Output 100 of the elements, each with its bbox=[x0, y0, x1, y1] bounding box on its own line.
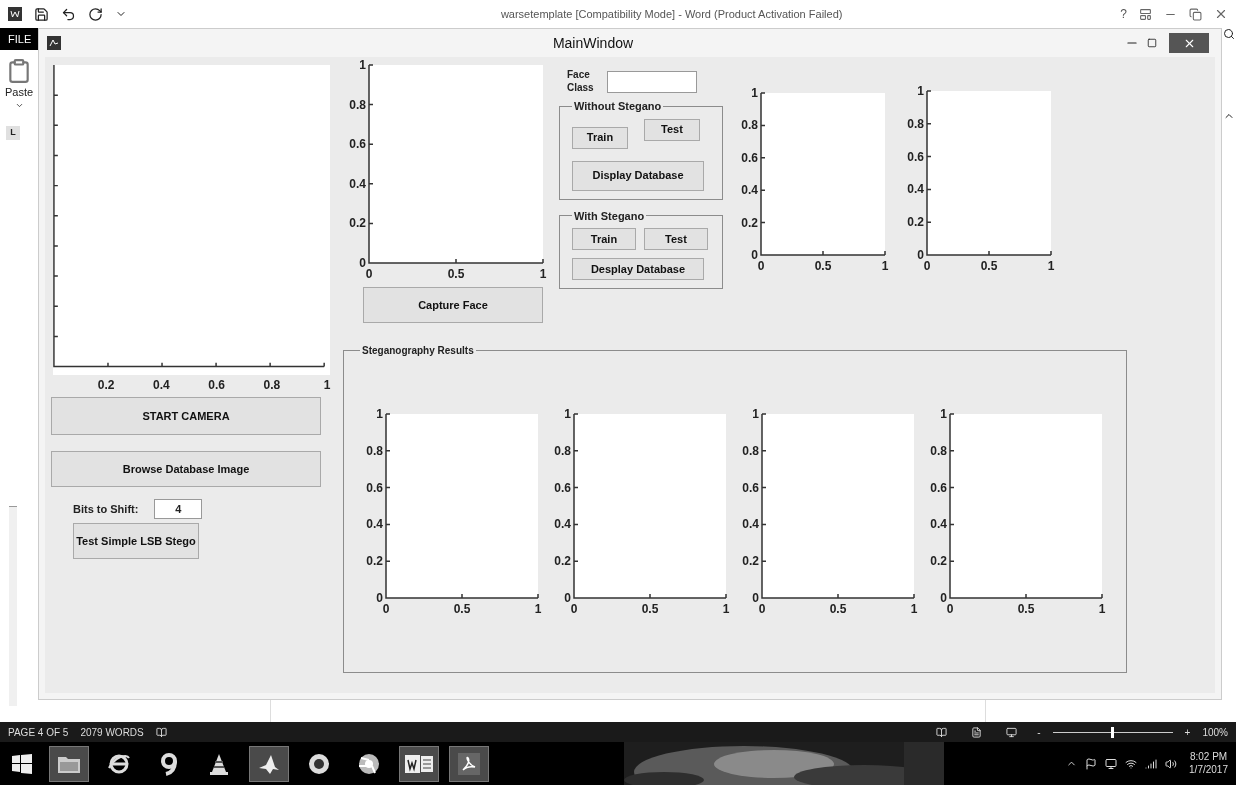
tick-label: 1 bbox=[910, 602, 918, 616]
search-icon[interactable] bbox=[1223, 28, 1235, 40]
tick-label: 0.8 bbox=[263, 377, 281, 395]
zoom-in-text[interactable]: + bbox=[1184, 724, 1191, 740]
page-count[interactable]: PAGE 4 OF 5 bbox=[8, 724, 69, 740]
face-class-field[interactable] bbox=[607, 70, 697, 93]
tick-label: 0 bbox=[570, 602, 578, 616]
push-button[interactable]: Train bbox=[572, 126, 628, 149]
tick-label: 0.6 bbox=[554, 480, 571, 495]
push-button[interactable]: Test bbox=[644, 228, 708, 250]
tab-selector[interactable]: L bbox=[6, 125, 20, 140]
file-tab[interactable]: FILE bbox=[0, 28, 38, 50]
tick-label: 0.8 bbox=[741, 118, 758, 133]
taskbar-button[interactable] bbox=[399, 745, 439, 782]
tick-label: 1 bbox=[722, 602, 730, 616]
bits-field[interactable]: 4 bbox=[154, 499, 203, 519]
flag-icon[interactable] bbox=[1085, 757, 1098, 770]
push-button[interactable]: Test bbox=[644, 118, 700, 141]
paste-label[interactable]: Paste bbox=[4, 84, 34, 101]
face-class-label: Face Class bbox=[567, 69, 595, 94]
push-button[interactable]: Capture Face bbox=[363, 287, 543, 323]
window-title: warsetemplate [Compatibility Mode] - Word (Product Activation Failed) bbox=[499, 6, 844, 22]
tick-label: 0.5 bbox=[447, 267, 465, 281]
zoom-thumb[interactable] bbox=[1111, 726, 1115, 738]
restore-icon[interactable] bbox=[1189, 7, 1202, 21]
zoom-slider[interactable] bbox=[1052, 726, 1173, 738]
read-mode-icon[interactable] bbox=[936, 726, 948, 738]
panel-title: Steganography Results bbox=[361, 344, 475, 358]
tick-label: 1 bbox=[534, 602, 542, 616]
close-button[interactable] bbox=[1169, 33, 1209, 53]
close-icon[interactable] bbox=[1214, 7, 1228, 21]
panel-title: With Stegano bbox=[573, 208, 646, 224]
push-button[interactable]: Test Simple LSB Stego bbox=[73, 523, 199, 559]
tick-label: 0.2 bbox=[349, 216, 366, 231]
zoom-level[interactable]: 100% bbox=[1202, 724, 1228, 740]
tick-label: 0.5 bbox=[1017, 602, 1035, 616]
tick-label: 0.4 bbox=[907, 182, 924, 197]
tick-label: 0 bbox=[757, 259, 765, 273]
redo-icon[interactable] bbox=[88, 6, 103, 22]
tick-label: 1 bbox=[376, 407, 383, 421]
tick-label: 0 bbox=[917, 248, 924, 262]
tick-label: 0 bbox=[923, 259, 931, 273]
pdf-icon[interactable] bbox=[457, 751, 481, 776]
tick-label: 0.4 bbox=[366, 517, 383, 532]
ribbon-display-icon[interactable] bbox=[1139, 7, 1152, 21]
tick-label: 0.6 bbox=[741, 150, 758, 165]
tick-label: 1 bbox=[751, 86, 758, 100]
tick-label: 0.8 bbox=[907, 116, 924, 131]
undo-icon[interactable] bbox=[61, 6, 76, 22]
tick-label: 0.6 bbox=[208, 377, 225, 395]
tick-label: 0 bbox=[946, 602, 954, 616]
taskbar-button[interactable] bbox=[249, 745, 289, 782]
tick-label: 1 bbox=[564, 407, 571, 421]
document-w-icon bbox=[8, 7, 22, 21]
tick-label: 0.2 bbox=[741, 215, 758, 230]
window-title: MainWindow bbox=[551, 33, 635, 53]
proofing-icon[interactable] bbox=[155, 726, 167, 738]
volume-icon[interactable] bbox=[1165, 757, 1178, 770]
panel-title: Without Stegano bbox=[573, 99, 663, 114]
network-icon[interactable] bbox=[1125, 757, 1138, 770]
push-button[interactable]: Desplay Database bbox=[572, 258, 704, 280]
push-button[interactable]: Display Database bbox=[572, 160, 704, 191]
save-icon[interactable] bbox=[34, 6, 49, 22]
bits-label: Bits to Shift: bbox=[73, 501, 139, 517]
print-layout-icon[interactable] bbox=[971, 726, 983, 738]
help-text[interactable]: ? bbox=[1120, 5, 1127, 23]
display-icon[interactable] bbox=[1105, 757, 1118, 770]
tick-label: 0.5 bbox=[453, 602, 471, 616]
tick-label: 0 bbox=[376, 591, 383, 605]
tick-label: 1 bbox=[323, 377, 331, 395]
taskbar-button[interactable] bbox=[49, 745, 89, 782]
windows-logo-icon[interactable] bbox=[12, 753, 32, 774]
push-button[interactable]: Browse Database Image bbox=[51, 451, 321, 487]
clipboard-icon[interactable] bbox=[6, 58, 32, 84]
maximize-icon[interactable] bbox=[1147, 38, 1157, 48]
tick-label: 1 bbox=[539, 267, 547, 281]
clock-time[interactable]: 8:02 PM bbox=[1189, 751, 1228, 764]
tick-label: 0.2 bbox=[97, 377, 115, 395]
clock-date[interactable]: 1/7/2017 bbox=[1189, 763, 1228, 776]
push-button[interactable]: START CAMERA bbox=[51, 397, 321, 435]
tick-label: 0.2 bbox=[554, 554, 571, 569]
tick-label: 0.5 bbox=[814, 259, 832, 273]
tick-label: 0.8 bbox=[366, 443, 383, 458]
tick-label: 0 bbox=[365, 267, 373, 281]
word-count[interactable]: 2079 WORDS bbox=[80, 724, 144, 740]
zoom-out-text[interactable]: - bbox=[1037, 724, 1041, 740]
push-button[interactable]: Train bbox=[572, 228, 636, 250]
tick-label: 1 bbox=[1098, 602, 1106, 616]
tick-label: 0 bbox=[564, 591, 571, 605]
tick-label: 0.8 bbox=[930, 443, 947, 458]
web-layout-icon[interactable] bbox=[1006, 726, 1018, 738]
tick-label: 0.5 bbox=[980, 259, 998, 273]
orb-icon[interactable] bbox=[357, 751, 381, 776]
tick-label: 0 bbox=[940, 591, 947, 605]
taskbar-button[interactable] bbox=[449, 745, 489, 782]
signal-icon[interactable] bbox=[1145, 757, 1158, 770]
tick-label: 0.6 bbox=[366, 480, 383, 495]
tick-label: 0.6 bbox=[907, 149, 924, 164]
tick-label: 1 bbox=[752, 407, 759, 421]
tick-label: 0.6 bbox=[930, 480, 947, 495]
